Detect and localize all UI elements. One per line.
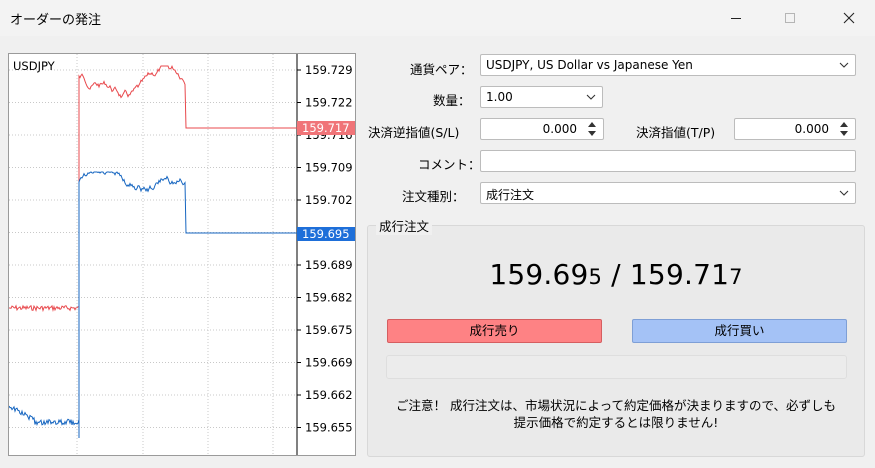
stop-loss-label: 決済逆指値(S/L) xyxy=(368,125,460,140)
sell-by-market-button[interactable]: 成行売り xyxy=(387,319,602,343)
y-tick-label: 159.722 xyxy=(305,96,353,110)
y-tick-label: 159.662 xyxy=(305,388,353,402)
volume-select[interactable]: 1.00 xyxy=(480,86,603,108)
execution-notice: ご注意！ 成行注文は、市場状況によって約定価格が決まりますので、必ずしも 提示価… xyxy=(367,397,865,431)
minimize-button[interactable] xyxy=(713,0,759,36)
volume-value: 1.00 xyxy=(486,90,513,104)
stop-loss-up-button[interactable] xyxy=(584,120,600,129)
take-profit-label: 決済指値(T/P) xyxy=(636,125,716,140)
execution-progress-bar xyxy=(386,355,847,379)
title-bar: オーダーの発注 xyxy=(0,0,875,36)
y-tick-label: 159.675 xyxy=(305,323,353,337)
bid-price-tag-text: 159.695 xyxy=(302,227,350,241)
close-icon xyxy=(843,12,855,24)
triangle-down-icon xyxy=(588,130,596,136)
window-title: オーダーの発注 xyxy=(10,13,102,28)
close-button[interactable] xyxy=(826,0,872,36)
triangle-down-icon xyxy=(840,130,848,136)
ask-price: 159.71 xyxy=(629,258,730,291)
buy-by-market-button[interactable]: 成行買い xyxy=(632,319,847,343)
maximize-icon xyxy=(785,13,795,23)
triangle-up-icon xyxy=(588,121,596,127)
symbol-value: USDJPY, US Dollar vs Japanese Yen xyxy=(486,58,693,72)
chevron-down-icon xyxy=(586,94,596,100)
ask-pip: 7 xyxy=(729,265,743,289)
symbol-label: 通貨ペア： xyxy=(410,62,473,77)
chevron-down-icon xyxy=(839,62,849,68)
y-tick-label: 159.689 xyxy=(305,258,353,272)
price-display: 159.695 / 159.717 xyxy=(367,258,865,291)
triangle-up-icon xyxy=(840,121,848,127)
price-separator: / xyxy=(602,258,630,291)
take-profit-stepper[interactable]: 0.000 xyxy=(734,118,856,140)
comment-label: コメント： xyxy=(418,157,481,172)
y-tick-label: 159.702 xyxy=(305,193,353,207)
volume-label: 数量： xyxy=(433,93,471,108)
stop-loss-down-button[interactable] xyxy=(584,129,600,138)
take-profit-value: 0.000 xyxy=(794,122,829,136)
y-tick-label: 159.669 xyxy=(305,356,353,370)
bid-pip: 5 xyxy=(588,265,603,289)
order-type-label: 注文種別： xyxy=(402,189,465,204)
y-tick-label: 159.655 xyxy=(305,421,353,435)
ask-price-tag: 159.717 xyxy=(297,121,355,135)
tick-chart-canvas: USDJPY 159.729159.722159.716159.709159.7… xyxy=(9,54,355,455)
ask-price-tag-text: 159.717 xyxy=(302,121,350,135)
y-tick-label: 159.729 xyxy=(305,63,353,77)
take-profit-up-button[interactable] xyxy=(836,120,852,129)
chevron-down-icon xyxy=(839,190,849,196)
order-type-select[interactable]: 成行注文 xyxy=(480,182,856,204)
notice-line-1: ご注意！ 成行注文は、市場状況によって約定価格が決まりますので、必ずしも xyxy=(396,398,836,413)
minimize-icon xyxy=(731,18,741,19)
take-profit-down-button[interactable] xyxy=(836,129,852,138)
stop-loss-value: 0.000 xyxy=(542,122,577,136)
y-tick-label: 159.709 xyxy=(305,161,353,175)
tick-chart[interactable]: USDJPY 159.729159.722159.716159.709159.7… xyxy=(8,53,356,456)
y-tick-label: 159.649 xyxy=(305,453,353,455)
bid-price-tag: 159.695 xyxy=(297,227,355,241)
comment-input[interactable] xyxy=(480,150,856,172)
market-order-group-title: 成行注文 xyxy=(376,216,433,235)
stop-loss-stepper[interactable]: 0.000 xyxy=(480,118,604,140)
notice-line-2: 提示価格で約定するとは限りません! xyxy=(513,415,719,430)
chart-symbol: USDJPY xyxy=(13,59,56,73)
y-tick-label: 159.682 xyxy=(305,291,353,305)
order-type-value: 成行注文 xyxy=(486,188,535,202)
maximize-button[interactable] xyxy=(767,0,813,36)
symbol-select[interactable]: USDJPY, US Dollar vs Japanese Yen xyxy=(480,54,856,76)
bid-price: 159.69 xyxy=(489,258,589,291)
